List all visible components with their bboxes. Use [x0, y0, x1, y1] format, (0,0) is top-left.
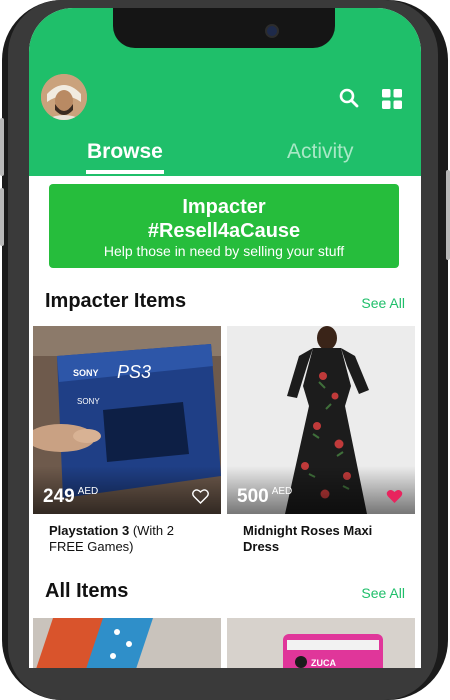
item-card-dress[interactable]: 500 AED Midnight Roses Maxi Dress: [227, 326, 415, 570]
price-value: 500: [237, 486, 269, 507]
phone-side-button: [0, 118, 4, 176]
avatar[interactable]: [41, 74, 87, 120]
grid-icon[interactable]: [381, 88, 403, 110]
item-thumbnail[interactable]: [33, 618, 221, 668]
svg-text:ZUCA: ZUCA: [311, 658, 336, 668]
active-tab-indicator: [86, 170, 164, 174]
item-name-bold: Midnight Roses Maxi Dress: [243, 523, 373, 554]
banner-subtitle: Help those in need by selling your stuff: [103, 243, 345, 259]
phone-notch: [113, 8, 335, 48]
heart-icon[interactable]: [192, 489, 209, 504]
app-screen: Browse Activity Impacter #Resell4aCause …: [29, 8, 421, 668]
item-name-bold: Playstation 3: [49, 523, 130, 538]
banner-title-line1: Impacter: [182, 196, 266, 218]
item-price: 500 AED: [237, 486, 292, 508]
phone-side-button: [446, 170, 450, 260]
banner-title-line2: #Resell4aCause: [147, 220, 301, 242]
heart-icon[interactable]: [386, 489, 403, 504]
price-value: 249: [43, 486, 75, 507]
svg-text:SONY: SONY: [77, 397, 100, 406]
svg-text:PS3: PS3: [117, 362, 151, 382]
item-price: 249 AED: [43, 486, 98, 508]
avatar-photo: [41, 74, 87, 120]
section-title-all: All Items: [45, 580, 129, 602]
item-card-playstation[interactable]: SONY PS3 SONY 249 AED Playstation 3 (Wit…: [33, 326, 221, 570]
camera-icon: [265, 24, 279, 38]
item-name: Midnight Roses Maxi Dress: [243, 523, 403, 555]
see-all-impacter-link[interactable]: See All: [361, 295, 405, 311]
price-currency: AED: [77, 486, 99, 497]
tab-activity[interactable]: Activity: [287, 140, 354, 164]
phone-side-button: [0, 188, 4, 246]
price-currency: AED: [271, 486, 293, 497]
section-title-impacter: Impacter Items: [45, 290, 187, 312]
svg-text:SONY: SONY: [73, 368, 99, 378]
item-thumbnail[interactable]: ZUCA: [227, 618, 415, 668]
see-all-all-link[interactable]: See All: [361, 585, 405, 601]
item-name: Playstation 3 (With 2 FREE Games): [49, 523, 209, 555]
app-header: Browse Activity: [29, 8, 421, 176]
impacter-banner[interactable]: Impacter #Resell4aCause Help those in ne…: [49, 184, 399, 268]
search-icon[interactable]: [339, 88, 359, 108]
tab-browse[interactable]: Browse: [87, 140, 163, 164]
banner-title: Impacter #Resell4aCause: [49, 195, 399, 243]
